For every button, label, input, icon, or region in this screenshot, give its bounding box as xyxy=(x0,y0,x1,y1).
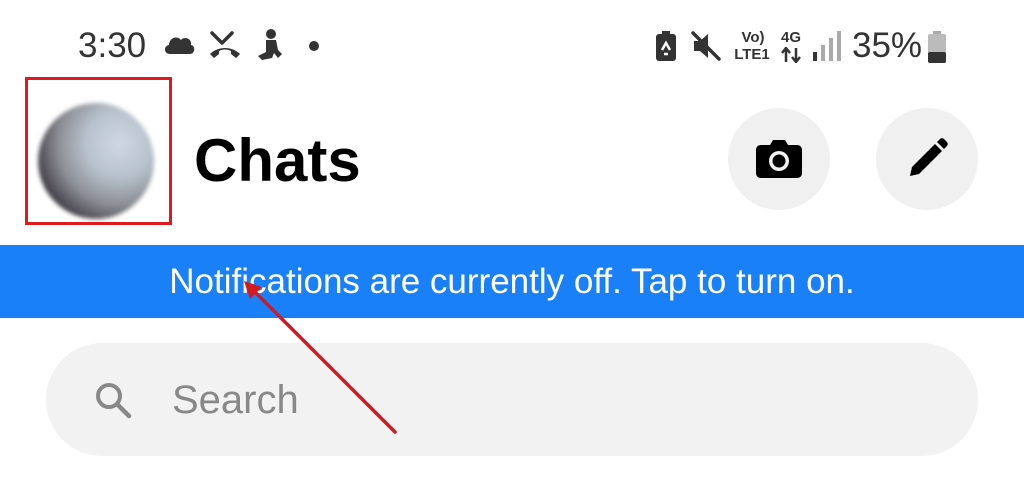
cloud-icon xyxy=(164,37,195,54)
status-bar: 3:30 Vo) LTE1 4G 35% xyxy=(0,0,1024,80)
search-placeholder: Search xyxy=(172,378,299,422)
signal-icon xyxy=(813,31,841,61)
person-icon xyxy=(258,29,282,60)
notifications-banner-text: Notifications are currently off. Tap to … xyxy=(169,261,855,301)
camera-button[interactable] xyxy=(728,108,830,210)
battery-percent: 35% xyxy=(852,26,923,65)
pencil-icon xyxy=(910,138,948,176)
4g-label: 4G xyxy=(780,29,801,46)
volte-label: Vo) xyxy=(741,29,765,46)
status-time: 3:30 xyxy=(78,26,147,65)
dot-icon xyxy=(309,41,319,51)
avatar-highlight-box xyxy=(25,77,172,225)
search-icon xyxy=(96,383,132,419)
page-title: Chats xyxy=(194,127,361,194)
missed-call-icon xyxy=(210,31,240,58)
mute-icon xyxy=(691,31,721,61)
lte-label: LTE1 xyxy=(734,46,770,63)
battery-saver-icon xyxy=(656,31,676,61)
battery-icon xyxy=(928,31,946,63)
compose-button[interactable] xyxy=(876,108,978,210)
data-arrows-icon xyxy=(781,47,801,63)
search-input[interactable]: Search xyxy=(46,343,978,456)
notifications-off-banner[interactable]: Notifications are currently off. Tap to … xyxy=(0,245,1024,318)
camera-icon xyxy=(756,140,802,178)
